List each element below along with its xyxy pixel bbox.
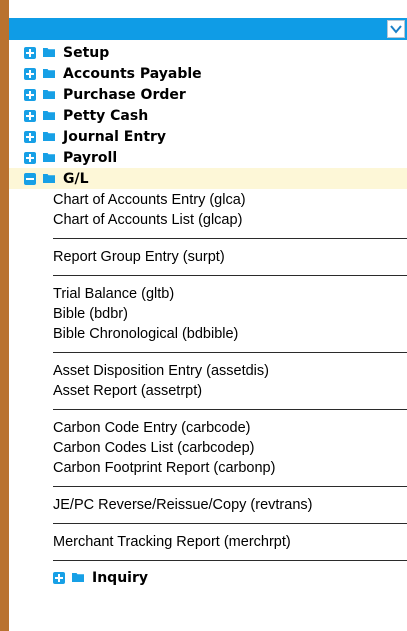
submenu-link-bible-chronological-bdbible[interactable]: Bible Chronological (bdbible): [53, 324, 407, 344]
submenu-group: Merchant Tracking Report (merchrpt): [53, 524, 407, 560]
submenu-link-trial-balance-gltb[interactable]: Trial Balance (gltb): [53, 284, 407, 304]
expand-plus-icon[interactable]: [24, 46, 36, 59]
menu-node-label: G/L: [63, 170, 89, 187]
folder-icon: [43, 108, 55, 124]
menu-header-bar: [9, 18, 407, 40]
submenu-link-report-group-entry-surpt[interactable]: Report Group Entry (surpt): [53, 247, 407, 267]
expand-plus-icon[interactable]: [24, 88, 36, 101]
submenu-group: Chart of Accounts Entry (glca) Chart of A…: [53, 189, 407, 238]
menu-node-petty-cash[interactable]: Petty Cash: [9, 105, 407, 126]
menu-tree: Setup Accounts Payable Purchase Order Petty…: [9, 42, 407, 588]
submenu-link-bible-bdbr[interactable]: Bible (bdbr): [53, 304, 407, 324]
menu-node-label: Setup: [63, 44, 110, 61]
collapse-minus-icon[interactable]: [24, 172, 36, 185]
menu-node-payroll[interactable]: Payroll: [9, 147, 407, 168]
submenu-link-merchant-tracking-report-merchrpt[interactable]: Merchant Tracking Report (merchrpt): [53, 532, 407, 552]
menu-node-label: Inquiry: [92, 569, 148, 586]
chevron-down-icon: [390, 25, 402, 34]
menu-node-label: Accounts Payable: [63, 65, 202, 82]
menu-node-journal-entry[interactable]: Journal Entry: [9, 126, 407, 147]
folder-icon: [43, 129, 55, 145]
submenu-link-carbon-footprint-report-carbonp[interactable]: Carbon Footprint Report (carbonp): [53, 458, 407, 478]
menu-node-purchase-order[interactable]: Purchase Order: [9, 84, 407, 105]
menu-node-label: Petty Cash: [63, 107, 149, 124]
divider: [53, 560, 407, 561]
menu-node-label: Journal Entry: [63, 128, 167, 145]
submenu-group: Carbon Code Entry (carbcode) Carbon Codes…: [53, 410, 407, 486]
folder-icon: [43, 66, 55, 82]
folder-icon: [43, 45, 55, 61]
expand-plus-icon[interactable]: [24, 151, 36, 164]
expand-plus-icon[interactable]: [24, 109, 36, 122]
dropdown-button[interactable]: [387, 20, 405, 38]
window-frame-left: [0, 0, 9, 631]
submenu-link-asset-report-assetrpt[interactable]: Asset Report (assetrpt): [53, 381, 407, 401]
expand-plus-icon[interactable]: [24, 130, 36, 143]
folder-icon: [72, 570, 84, 586]
gl-submenu: Chart of Accounts Entry (glca) Chart of A…: [9, 189, 407, 561]
submenu-group: Trial Balance (gltb) Bible (bdbr) Bible Ch…: [53, 276, 407, 352]
folder-icon: [43, 87, 55, 103]
submenu-link-carbon-codes-list-carbcodep[interactable]: Carbon Codes List (carbcodep): [53, 438, 407, 458]
menu-node-setup[interactable]: Setup: [9, 42, 407, 63]
submenu-group: JE/PC Reverse/Reissue/Copy (revtrans): [53, 487, 407, 523]
folder-icon: [43, 171, 55, 187]
submenu-link-chart-of-accounts-list-glcap[interactable]: Chart of Accounts List (glcap): [53, 210, 407, 230]
submenu-link-asset-disposition-entry-assetdis[interactable]: Asset Disposition Entry (assetdis): [53, 361, 407, 381]
menu-node-label: Payroll: [63, 149, 118, 166]
menu-node-label: Purchase Order: [63, 86, 186, 103]
menu-node-inquiry[interactable]: Inquiry: [9, 567, 407, 588]
submenu-link-chart-of-accounts-entry-glca[interactable]: Chart of Accounts Entry (glca): [53, 190, 407, 210]
menu-node-accounts-payable[interactable]: Accounts Payable: [9, 63, 407, 84]
folder-icon: [43, 150, 55, 166]
menu-node-g-l[interactable]: G/L: [9, 168, 407, 189]
submenu-link-carbon-code-entry-carbcode[interactable]: Carbon Code Entry (carbcode): [53, 418, 407, 438]
expand-plus-icon[interactable]: [53, 571, 65, 584]
submenu-group: Asset Disposition Entry (assetdis) Asset …: [53, 353, 407, 409]
submenu-link-je-pc-reverse-reissue-copy-revtrans[interactable]: JE/PC Reverse/Reissue/Copy (revtrans): [53, 495, 407, 515]
submenu-group: Report Group Entry (surpt): [53, 239, 407, 275]
expand-plus-icon[interactable]: [24, 67, 36, 80]
